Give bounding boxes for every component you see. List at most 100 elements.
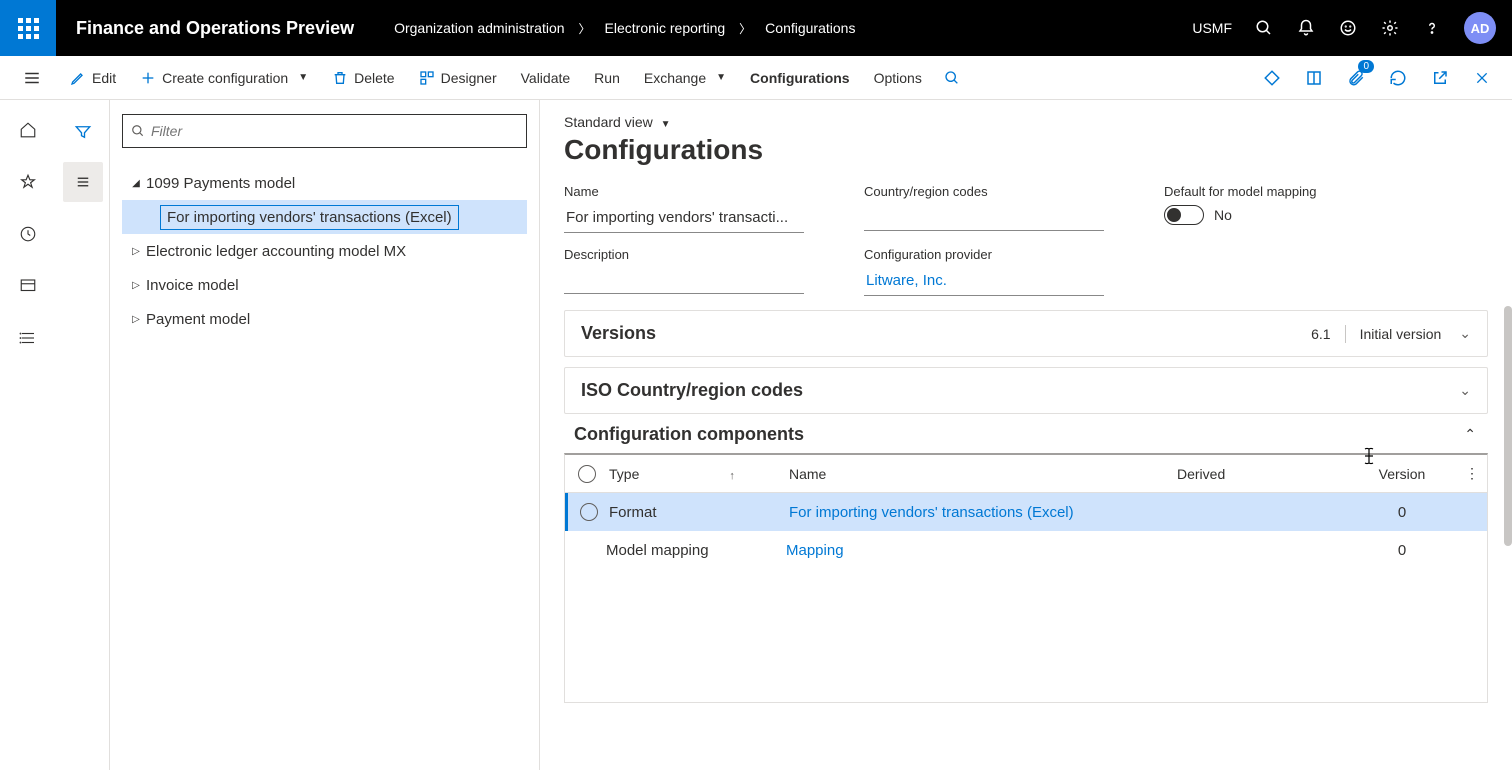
nav-recent-button[interactable]	[8, 214, 48, 254]
more-columns-icon[interactable]: ⋮	[1457, 465, 1487, 482]
iso-section: ISO Country/region codes ⌄	[564, 367, 1488, 414]
list-view-button[interactable]	[63, 162, 103, 202]
view-label: Standard view	[564, 114, 653, 130]
default-mapping-toggle[interactable]	[1164, 205, 1204, 225]
tree-item-label: Payment model	[146, 311, 250, 328]
tree-item-importing-vendors[interactable]: For importing vendors' transactions (Exc…	[122, 200, 527, 234]
configurations-tab[interactable]: Configurations	[740, 64, 860, 92]
tree-filter-input-wrap[interactable]	[122, 114, 527, 148]
validate-button[interactable]: Validate	[511, 64, 581, 92]
col-name[interactable]: Name	[789, 466, 1177, 482]
chevron-down-icon: ▼	[661, 119, 671, 130]
create-config-button[interactable]: Create configuration ▼	[130, 64, 318, 92]
search-icon	[131, 124, 145, 138]
edit-button[interactable]: Edit	[60, 64, 126, 92]
app-title: Finance and Operations Preview	[76, 18, 354, 39]
app-launcher-button[interactable]	[0, 0, 56, 56]
breadcrumb-item[interactable]: Organization administration	[394, 20, 564, 36]
country-value[interactable]	[864, 205, 1104, 231]
exchange-button[interactable]: Exchange ▼	[634, 64, 736, 92]
nav-workspaces-button[interactable]	[8, 266, 48, 306]
tree-item-1099-payments[interactable]: ◢ 1099 Payments model	[122, 166, 527, 200]
tree-item-payment-model[interactable]: ▷ Payment model	[122, 302, 527, 336]
refresh-button[interactable]	[1384, 64, 1412, 92]
row-version: 0	[1347, 542, 1457, 559]
popout-button[interactable]	[1426, 64, 1454, 92]
avatar[interactable]: AD	[1464, 12, 1496, 44]
page-title: Configurations	[564, 134, 1488, 166]
nav-modules-button[interactable]	[8, 318, 48, 358]
options-label: Options	[874, 70, 922, 86]
default-mapping-label: Default for model mapping	[1164, 184, 1404, 199]
main-content: Standard view ▼ Configurations Name For …	[540, 100, 1512, 770]
options-button[interactable]: Options	[864, 64, 932, 92]
breadcrumb-item[interactable]: Electronic reporting	[605, 20, 726, 36]
tree-expand-icon[interactable]: ▷	[126, 280, 146, 291]
tree-expand-icon[interactable]: ▷	[126, 314, 146, 325]
row-select-radio[interactable]	[580, 503, 598, 521]
designer-button[interactable]: Designer	[409, 64, 507, 92]
diamond-icon[interactable]	[1258, 64, 1286, 92]
waffle-icon	[18, 18, 39, 39]
chevron-up-icon: ⌃	[1464, 426, 1476, 443]
col-derived[interactable]: Derived	[1177, 466, 1347, 482]
versions-header[interactable]: Versions 6.1 Initial version ⌄	[565, 311, 1487, 356]
table-row[interactable]: Format For importing vendors' transactio…	[565, 493, 1487, 531]
filter-rail	[56, 100, 110, 770]
run-button[interactable]: Run	[584, 64, 630, 92]
configurations-label: Configurations	[750, 70, 850, 86]
edit-label: Edit	[92, 70, 116, 86]
actionbar-search-button[interactable]	[936, 62, 968, 94]
row-type: Model mapping	[606, 542, 786, 559]
smiley-icon[interactable]	[1338, 18, 1358, 38]
col-type[interactable]: Type↑	[609, 466, 789, 482]
attachments-button[interactable]: 0	[1342, 64, 1370, 92]
iso-header[interactable]: ISO Country/region codes ⌄	[565, 368, 1487, 413]
components-title: Configuration components	[564, 424, 1464, 445]
tree-collapse-icon[interactable]: ◢	[126, 178, 146, 189]
versions-section: Versions 6.1 Initial version ⌄	[564, 310, 1488, 357]
nav-favorites-button[interactable]	[8, 162, 48, 202]
row-name[interactable]: For importing vendors' transactions (Exc…	[789, 504, 1177, 521]
company-code[interactable]: USMF	[1192, 20, 1232, 36]
book-icon[interactable]	[1300, 64, 1328, 92]
components-header[interactable]: Configuration components ⌃	[564, 414, 1488, 453]
col-version[interactable]: Version	[1347, 466, 1457, 482]
default-mapping-value: No	[1214, 207, 1232, 223]
gear-icon[interactable]	[1380, 18, 1400, 38]
filter-funnel-button[interactable]	[63, 112, 103, 152]
top-header: Finance and Operations Preview Organizat…	[0, 0, 1512, 56]
search-icon[interactable]	[1254, 18, 1274, 38]
scrollbar[interactable]	[1504, 306, 1512, 546]
versions-number: 6.1	[1311, 326, 1330, 342]
tree-item-electronic-ledger[interactable]: ▷ Electronic ledger accounting model MX	[122, 234, 527, 268]
tree-filter-input[interactable]	[151, 123, 518, 139]
iso-title: ISO Country/region codes	[581, 380, 1441, 401]
delete-button[interactable]: Delete	[322, 64, 404, 92]
row-name[interactable]: Mapping	[786, 542, 1177, 559]
name-value[interactable]: For importing vendors' transacti...	[564, 205, 804, 233]
help-icon[interactable]	[1422, 18, 1442, 38]
designer-icon	[419, 70, 435, 86]
close-button[interactable]	[1468, 64, 1496, 92]
sort-arrow-icon: ↑	[729, 470, 735, 482]
create-label: Create configuration	[162, 70, 288, 86]
provider-label: Configuration provider	[864, 247, 1104, 262]
chevron-right-icon: 〉	[739, 20, 751, 37]
validate-label: Validate	[521, 70, 571, 86]
designer-label: Designer	[441, 70, 497, 86]
tree-item-label: For importing vendors' transactions (Exc…	[160, 205, 459, 230]
view-selector[interactable]: Standard view ▼	[564, 114, 1488, 130]
hamburger-button[interactable]	[8, 58, 56, 98]
breadcrumb-item[interactable]: Configurations	[765, 20, 855, 36]
table-row[interactable]: Model mapping Mapping 0	[565, 531, 1487, 569]
tree-item-invoice-model[interactable]: ▷ Invoice model	[122, 268, 527, 302]
bell-icon[interactable]	[1296, 18, 1316, 38]
action-bar: Edit Create configuration ▼ Delete Desig…	[0, 56, 1512, 100]
tree-expand-icon[interactable]: ▷	[126, 246, 146, 257]
tree-item-label: Electronic ledger accounting model MX	[146, 243, 406, 260]
select-all-radio[interactable]	[578, 465, 596, 483]
description-value[interactable]	[564, 268, 804, 294]
nav-home-button[interactable]	[8, 110, 48, 150]
provider-value[interactable]: Litware, Inc.	[864, 268, 1104, 296]
